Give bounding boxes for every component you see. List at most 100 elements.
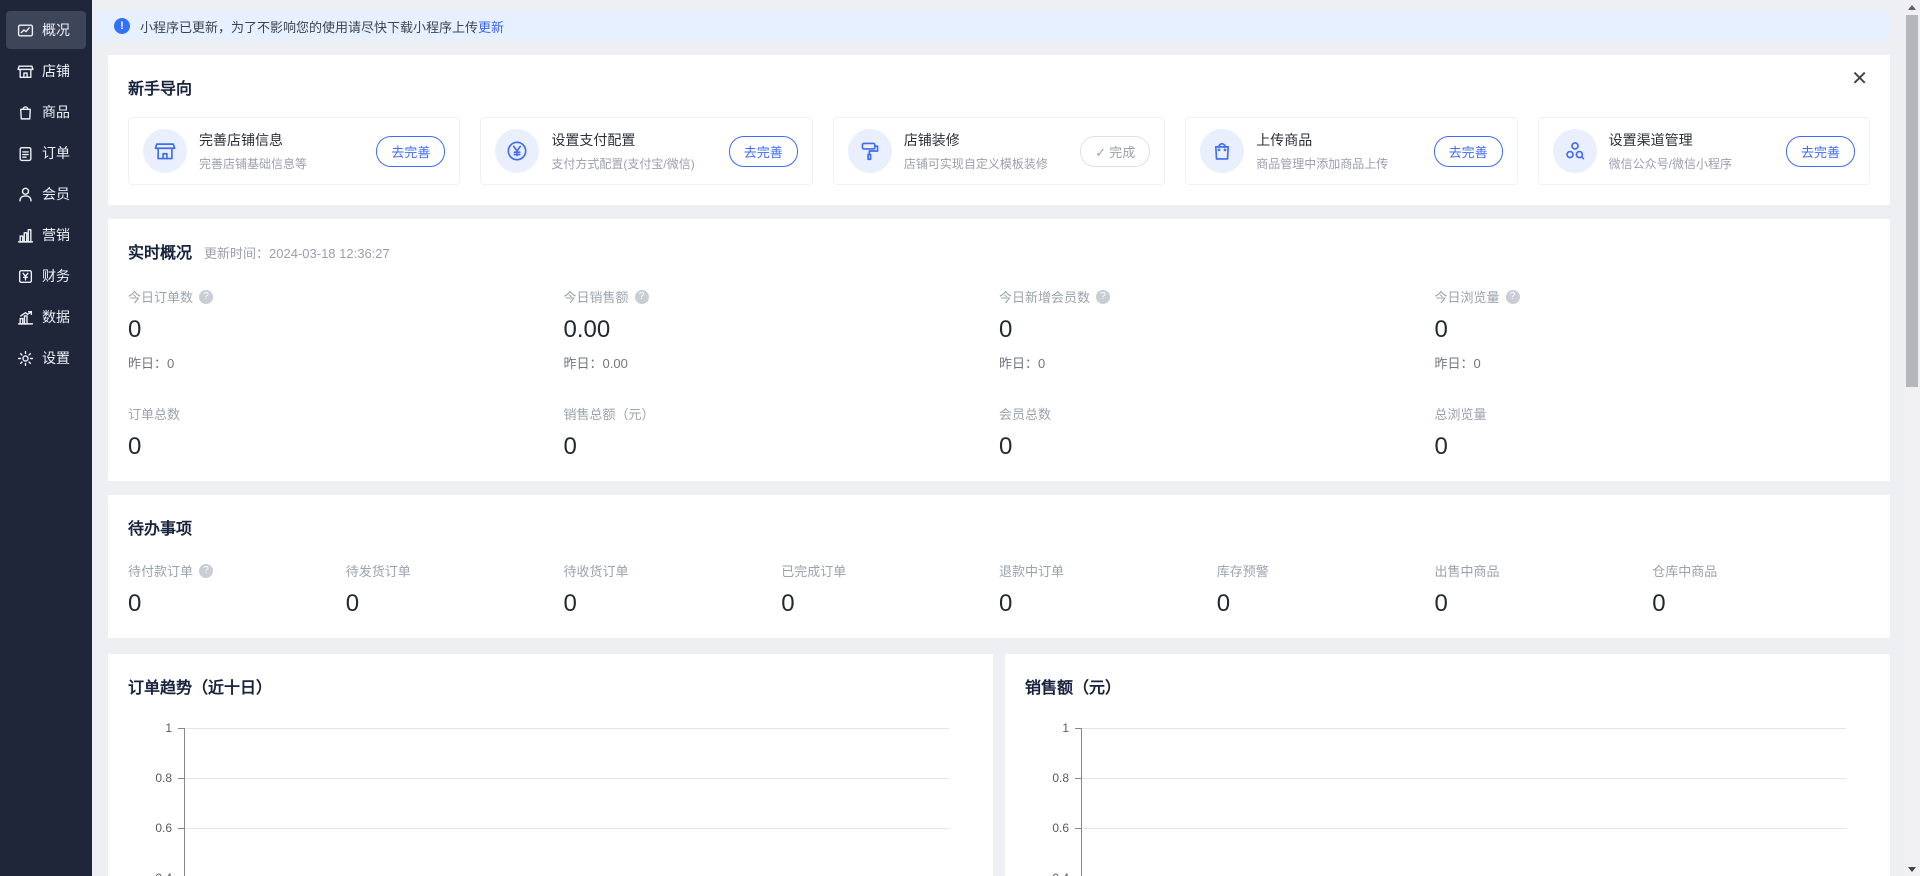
- stat-total-orders: 订单总数 0: [128, 404, 564, 461]
- stat-label: 总浏览量: [1435, 404, 1487, 423]
- y-tick-label: 0.4: [1025, 871, 1069, 876]
- stat-label: 今日订单数: [128, 287, 193, 306]
- todo-pending-payment: 待付款订单? 0: [128, 561, 346, 618]
- member-icon: [17, 186, 34, 203]
- sidebar: 概况 店铺 商品 订单 会员 营销 财务 数据: [0, 0, 92, 876]
- go-complete-button[interactable]: 去完善: [729, 136, 798, 167]
- stat-label: 今日新增会员数: [999, 287, 1090, 306]
- order-trend-chart-card: 订单趋势（近十日） 1 0.8 0.6 0.4: [108, 654, 993, 876]
- todo-label: 仓库中商品: [1652, 561, 1717, 580]
- overview-icon: [17, 22, 34, 39]
- marketing-icon: [17, 227, 34, 244]
- guide-card-channels: 设置渠道管理 微信公众号/微信小程序 去完善: [1538, 117, 1870, 185]
- sidebar-item-label: 订单: [42, 143, 70, 163]
- todo-label: 库存预警: [1217, 561, 1269, 580]
- todo-value: 0: [346, 590, 564, 618]
- sidebar-item-orders[interactable]: 订单: [6, 134, 86, 172]
- guide-card-title: 上传商品: [1256, 130, 1433, 150]
- stat-value: 0: [128, 433, 564, 461]
- stat-value: 0: [1435, 316, 1871, 344]
- info-icon: !: [114, 18, 130, 34]
- stat-total-views: 总浏览量 0: [1435, 404, 1871, 461]
- gridline: [1081, 778, 1846, 779]
- guide-card-subtitle: 店铺可实现自定义模板装修: [904, 155, 1080, 172]
- todo-label: 已完成订单: [781, 561, 846, 580]
- guide-card-subtitle: 商品管理中添加商品上传: [1256, 155, 1433, 172]
- todo-title: 待办事项: [128, 515, 1870, 539]
- update-link[interactable]: 更新: [478, 17, 504, 36]
- gridline: [1081, 728, 1846, 729]
- todo-label: 出售中商品: [1435, 561, 1500, 580]
- yen-icon: [495, 129, 539, 173]
- sidebar-item-label: 概况: [42, 20, 70, 40]
- help-icon[interactable]: ?: [199, 290, 213, 304]
- sidebar-item-members[interactable]: 会员: [6, 175, 86, 213]
- sidebar-item-overview[interactable]: 概况: [6, 11, 86, 49]
- realtime-stats-grid: 今日订单数? 0 昨日：0 今日销售额? 0.00 昨日：0.00 今日新增会员…: [128, 287, 1870, 461]
- guide-card-payment: 设置支付配置 支付方式配置(支付宝/微信) 去完善: [480, 117, 812, 185]
- channel-icon: [1553, 129, 1597, 173]
- guide-card-shop-info: 完善店铺信息 完善店铺基础信息等 去完善: [128, 117, 460, 185]
- sales-amount-chart-card: 销售额（元） 1 0.8 0.6 0.4: [1005, 654, 1890, 876]
- gridline: [1081, 828, 1846, 829]
- guide-card-title: 设置支付配置: [551, 130, 728, 150]
- triangle-down-icon: [1908, 867, 1916, 872]
- y-tick-label: 0.6: [1025, 821, 1069, 835]
- scroll-up-arrow[interactable]: [1904, 0, 1920, 14]
- stat-label: 订单总数: [128, 404, 180, 423]
- scroll-down-arrow[interactable]: [1904, 862, 1920, 876]
- check-icon: ✓: [1095, 145, 1106, 160]
- stat-value: 0: [999, 316, 1435, 344]
- order-trend-chart-title: 订单趋势（近十日）: [128, 674, 973, 698]
- todo-label: 待收货订单: [564, 561, 629, 580]
- vertical-scrollbar[interactable]: [1904, 0, 1920, 876]
- stat-value: 0: [128, 316, 564, 344]
- todo-value: 0: [781, 590, 999, 618]
- y-tick-label: 0.6: [128, 821, 172, 835]
- go-complete-button[interactable]: 去完善: [376, 136, 445, 167]
- help-icon[interactable]: ?: [1096, 290, 1110, 304]
- sidebar-item-settings[interactable]: 设置: [6, 339, 86, 377]
- stat-value: 0: [1435, 433, 1871, 461]
- guide-card-title: 设置渠道管理: [1609, 130, 1786, 150]
- guide-card-title: 完善店铺信息: [199, 130, 376, 150]
- go-complete-button[interactable]: 去完善: [1434, 136, 1503, 167]
- guide-title: 新手导向: [128, 75, 1870, 99]
- todo-value: 0: [1217, 590, 1435, 618]
- todo-completed-orders: 已完成订单 0: [781, 561, 999, 618]
- stat-value: 0.00: [564, 316, 1000, 344]
- help-icon[interactable]: ?: [199, 564, 213, 578]
- todo-warehouse-goods: 仓库中商品 0: [1652, 561, 1870, 618]
- sidebar-item-finance[interactable]: 财务: [6, 257, 86, 295]
- close-icon[interactable]: ✕: [1851, 69, 1868, 89]
- guide-card-title: 店铺装修: [904, 130, 1080, 150]
- triangle-up-icon: [1908, 5, 1916, 10]
- guide-card-subtitle: 支付方式配置(支付宝/微信): [551, 155, 728, 172]
- sidebar-item-data[interactable]: 数据: [6, 298, 86, 336]
- sidebar-item-label: 店铺: [42, 61, 70, 81]
- sidebar-item-shop[interactable]: 店铺: [6, 52, 86, 90]
- sidebar-item-marketing[interactable]: 营销: [6, 216, 86, 254]
- paint-roller-icon: [848, 129, 892, 173]
- help-icon[interactable]: ?: [635, 290, 649, 304]
- realtime-header: 实时概况 更新时间：2024-03-18 12:36:27: [128, 239, 1870, 263]
- todo-refunding-orders: 退款中订单 0: [999, 561, 1217, 618]
- todo-value: 0: [128, 590, 346, 618]
- y-tick-label: 1: [1025, 721, 1069, 735]
- todo-value: 0: [1435, 590, 1653, 618]
- gridline: [184, 728, 949, 729]
- sidebar-item-label: 数据: [42, 307, 70, 327]
- y-tick-label: 0.8: [128, 771, 172, 785]
- sidebar-item-label: 设置: [42, 348, 70, 368]
- todo-label: 待发货订单: [346, 561, 411, 580]
- go-complete-button[interactable]: 去完善: [1786, 136, 1855, 167]
- sidebar-item-goods[interactable]: 商品: [6, 93, 86, 131]
- scrollbar-thumb[interactable]: [1906, 15, 1918, 387]
- y-axis-line: [184, 728, 185, 876]
- todo-label: 退款中订单: [999, 561, 1064, 580]
- newbie-guide-panel: 新手导向 ✕ 完善店铺信息 完善店铺基础信息等 去完善 设置支付配置 支付方式配…: [108, 55, 1890, 205]
- guide-card-text: 设置渠道管理 微信公众号/微信小程序: [1609, 130, 1786, 172]
- help-icon[interactable]: ?: [1506, 290, 1520, 304]
- notice-text: 小程序已更新，为了不影响您的使用请尽快下载小程序上传: [140, 17, 478, 36]
- todo-on-sale-goods: 出售中商品 0: [1435, 561, 1653, 618]
